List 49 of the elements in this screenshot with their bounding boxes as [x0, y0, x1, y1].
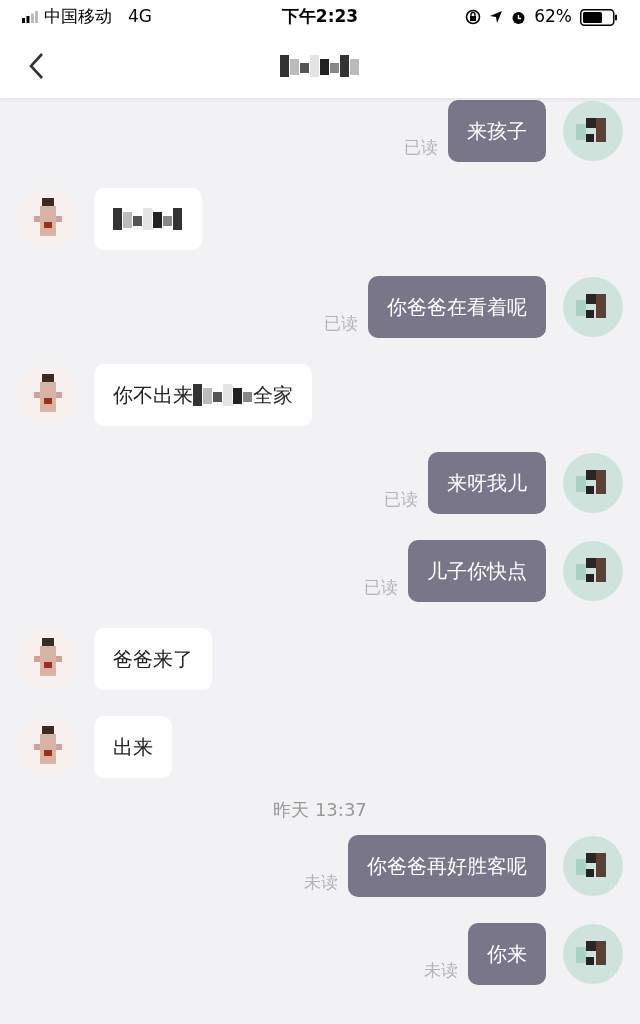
back-icon	[28, 52, 44, 80]
message-text: 你爸爸在看着呢	[387, 294, 527, 321]
read-receipt: 已读	[324, 311, 358, 335]
message-bubble[interactable]: 你爸爸在看着呢	[368, 276, 546, 338]
message-bubble[interactable]: 你不出来 全家	[94, 364, 312, 426]
avatar-icon[interactable]	[16, 188, 78, 250]
avatar-icon[interactable]	[562, 100, 624, 162]
clock-time: 下午2:23	[281, 5, 359, 29]
message-bubble[interactable]: 儿子你快点	[408, 540, 546, 602]
message-bubble[interactable]: 来孩子	[448, 100, 546, 162]
message-bubble[interactable]: 出来	[94, 716, 172, 778]
carrier-name: 中国移动	[44, 5, 112, 29]
battery-percent: 62%	[534, 5, 572, 29]
message-text: 全家	[253, 382, 293, 409]
avatar-icon[interactable]	[16, 364, 78, 426]
message-text: 来呀我儿	[447, 470, 527, 497]
read-receipt: 已读	[404, 135, 438, 159]
read-receipt: 已读	[384, 487, 418, 511]
alarm-icon	[511, 9, 527, 25]
timestamp: 昨天 13:37	[273, 798, 367, 822]
message-bubble[interactable]: 你来	[468, 923, 546, 985]
avatar-icon[interactable]	[562, 452, 624, 514]
avatar-icon[interactable]	[562, 835, 624, 897]
avatar-icon[interactable]	[16, 628, 78, 690]
message-bubble[interactable]: 来呀我儿	[428, 452, 546, 514]
message-text: 你来	[487, 941, 527, 968]
redaction-mosaic	[193, 384, 253, 406]
battery-icon	[580, 8, 618, 26]
message-bubble[interactable]	[94, 188, 202, 250]
read-receipt: 已读	[364, 575, 398, 599]
read-receipt: 未读	[304, 870, 338, 894]
redaction-mosaic	[113, 208, 183, 230]
message-text: 你爸爸再好胜客呢	[367, 853, 527, 880]
read-receipt: 未读	[424, 958, 458, 982]
network-type: 4G	[128, 5, 152, 29]
location-icon	[489, 10, 504, 24]
message-text: 来孩子	[467, 118, 527, 145]
message-text: 你不出来	[113, 382, 193, 409]
avatar-icon[interactable]	[562, 923, 624, 985]
message-text: 爸爸来了	[113, 646, 193, 673]
message-text: 出来	[113, 734, 153, 761]
signal-icon	[22, 11, 38, 23]
avatar-icon[interactable]	[562, 540, 624, 602]
message-bubble[interactable]: 爸爸来了	[94, 628, 212, 690]
avatar-icon[interactable]	[16, 716, 78, 778]
rotation-lock-icon	[465, 9, 482, 25]
message-bubble[interactable]: 你爸爸再好胜客呢	[348, 835, 546, 897]
avatar-icon[interactable]	[562, 276, 624, 338]
message-text: 儿子你快点	[427, 558, 527, 585]
